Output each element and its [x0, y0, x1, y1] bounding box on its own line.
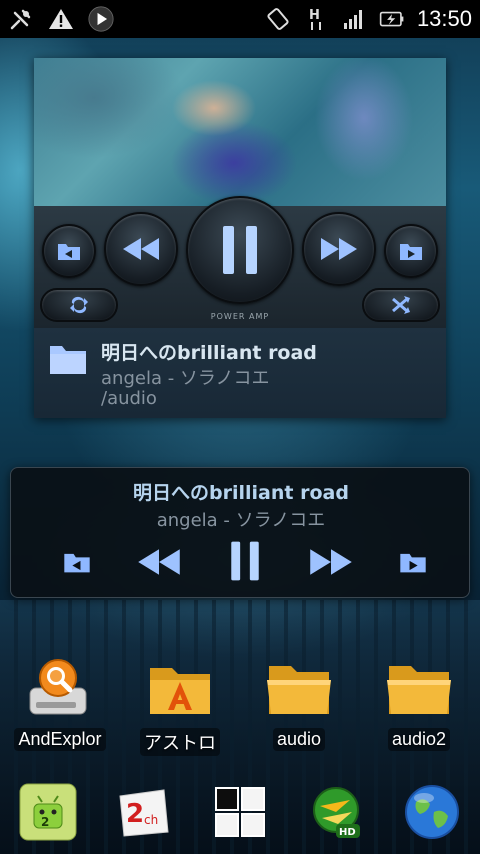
playback-controls	[34, 196, 446, 328]
pause-icon	[223, 226, 257, 274]
app-andexplorer[interactable]: AndExplor	[5, 652, 115, 751]
next-folder-icon	[400, 553, 426, 573]
usb-debug-icon	[8, 6, 34, 32]
album-art[interactable]	[34, 58, 446, 206]
svg-text:ch: ch	[144, 813, 158, 827]
fast-forward-icon	[321, 238, 357, 260]
signal-icon	[341, 6, 367, 32]
app-label: audio2	[387, 728, 451, 751]
rewind-icon	[123, 238, 159, 260]
battery-charging-icon	[379, 6, 405, 32]
app-audio-folder[interactable]: audio	[244, 652, 354, 751]
screen-rotate-icon	[265, 6, 291, 32]
app-label: audio	[272, 728, 326, 751]
mini-player-widget: 明日へのbrilliant road angela - ソラノコエ	[10, 467, 470, 598]
app-label: アストロ	[140, 728, 220, 756]
play-icon	[88, 6, 114, 32]
hspa-icon: H	[303, 6, 329, 32]
power-amp-brand: POWER AMP	[210, 312, 270, 321]
app-label: AndExplor	[14, 728, 106, 751]
status-bar: H 13:50	[0, 0, 480, 38]
2ch-icon[interactable]: 2 ch	[110, 780, 174, 844]
prev-folder-icon	[58, 244, 80, 260]
prev-folder-icon	[64, 553, 90, 573]
next-folder-icon	[400, 244, 422, 260]
svg-text:2: 2	[126, 799, 144, 829]
svg-text:2: 2	[41, 815, 49, 829]
folder-icon	[48, 342, 88, 380]
track-info[interactable]: 明日へのbrilliant road angela - ソラノコエ /audio	[34, 328, 446, 418]
mini-track-title: 明日へのbrilliant road	[133, 482, 349, 504]
svg-text:H: H	[309, 8, 320, 23]
track-artist: angela - ソラノコエ	[101, 368, 270, 389]
2chmate-icon[interactable]: 2	[16, 780, 80, 844]
app-drawer-icon[interactable]	[208, 780, 272, 844]
mini-fast-forward-button[interactable]	[305, 542, 357, 582]
andexplorer-icon	[24, 652, 96, 724]
folder-icon	[383, 652, 455, 724]
track-path: /audio	[101, 388, 157, 409]
app-audio2-folder[interactable]: audio2	[364, 652, 474, 751]
fast-forward-button[interactable]	[302, 212, 376, 286]
warning-icon	[48, 6, 74, 32]
astro-folder-icon	[144, 652, 216, 724]
pause-button[interactable]	[186, 196, 294, 304]
go-sms-icon[interactable]: HD	[304, 780, 368, 844]
svg-text:HD: HD	[339, 827, 356, 838]
power-amp-widget: POWER AMP 明日へのbrilliant road angela - ソラ…	[34, 58, 446, 418]
folder-icon	[263, 652, 335, 724]
mini-next-folder-button[interactable]	[393, 542, 433, 582]
track-title: 明日へのbrilliant road	[101, 342, 317, 364]
fast-forward-icon	[310, 549, 352, 575]
mini-prev-folder-button[interactable]	[57, 542, 97, 582]
rewind-button[interactable]	[104, 212, 178, 286]
app-astro[interactable]: アストロ	[125, 652, 235, 756]
pause-icon	[231, 541, 259, 581]
next-folder-button[interactable]	[384, 224, 438, 278]
clock: 13:50	[416, 6, 472, 31]
mini-track-artist: angela - ソラノコエ	[156, 510, 326, 531]
browser-globe-icon[interactable]	[400, 780, 464, 844]
mini-rewind-button[interactable]	[133, 542, 185, 582]
mini-pause-button[interactable]	[223, 538, 267, 584]
prev-folder-button[interactable]	[42, 224, 96, 278]
rewind-icon	[138, 549, 180, 575]
